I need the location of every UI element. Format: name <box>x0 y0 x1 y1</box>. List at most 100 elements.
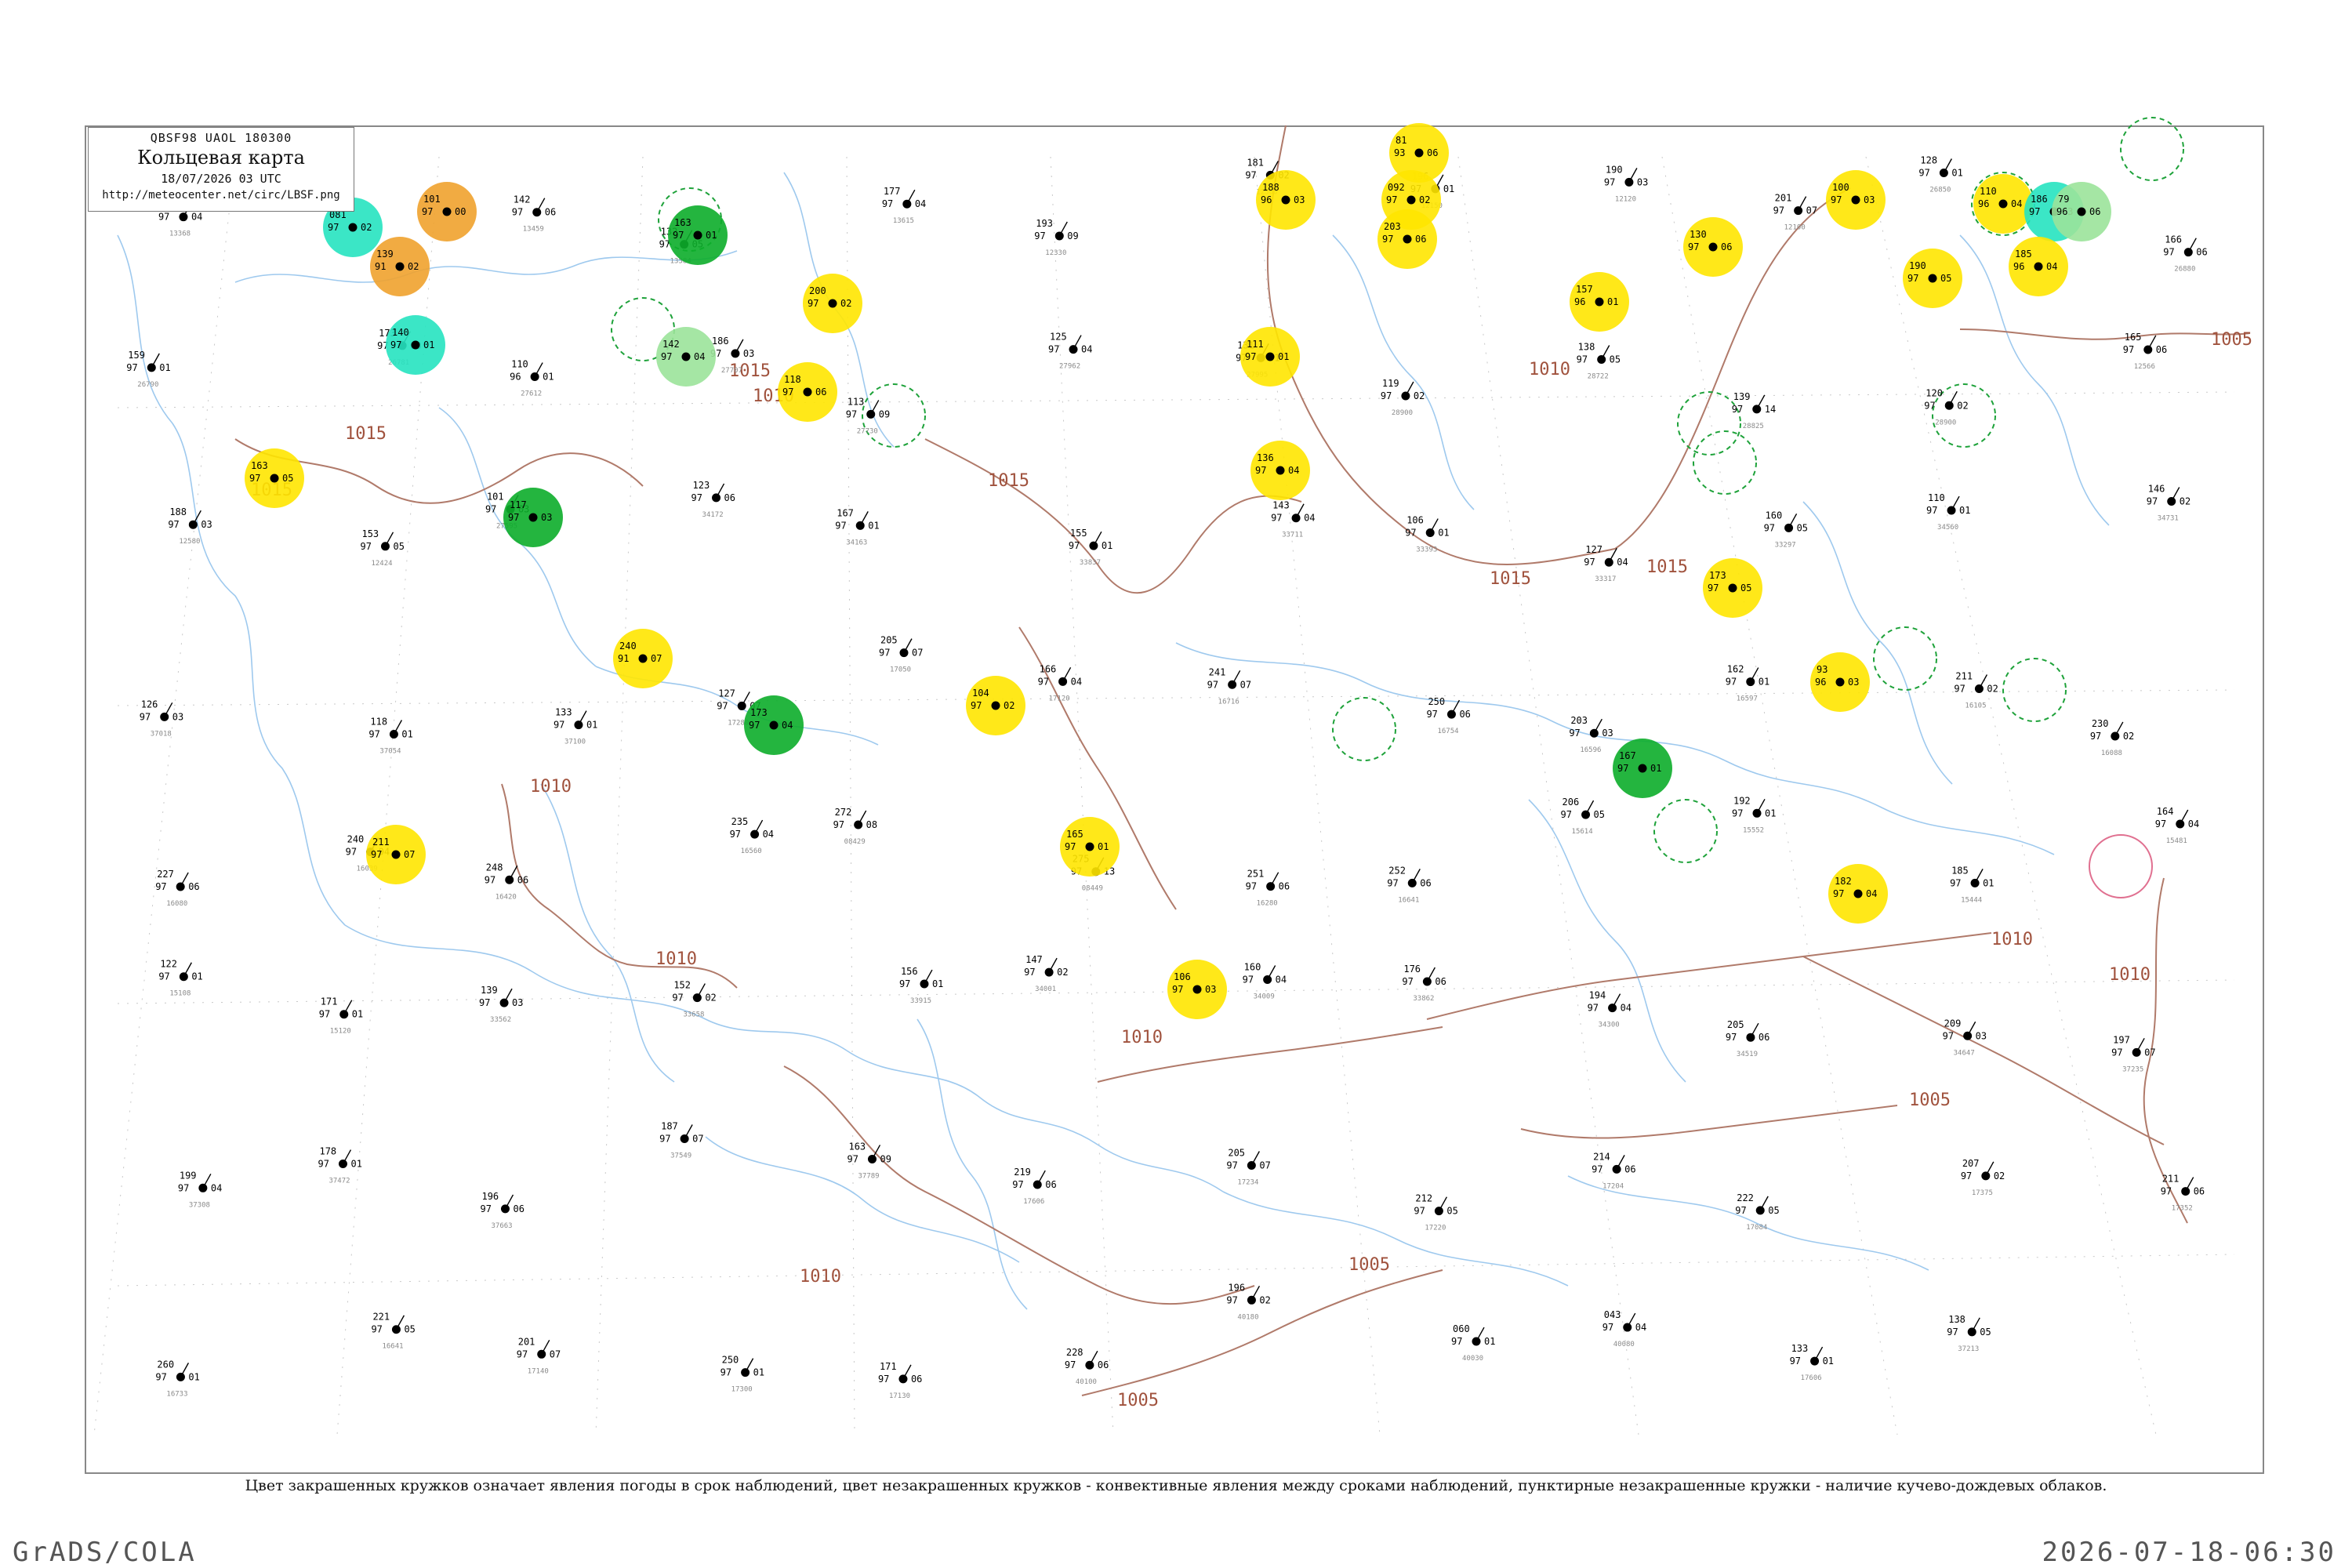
station-id: 40100 <box>1076 1378 1097 1386</box>
station-tendency: 02 <box>361 222 372 233</box>
station-pressure: 110 <box>511 359 528 370</box>
station-id: 33297 <box>1775 541 1796 549</box>
station-id: 16088 <box>2101 750 2122 757</box>
station-temp: 97 <box>717 700 728 711</box>
station-id: 17084 <box>1746 1224 1767 1232</box>
station-dot-icon <box>681 352 691 361</box>
station-dot-icon <box>1835 677 1845 687</box>
station-plot: 27297 0808429 <box>833 807 877 846</box>
station-tendency: 06 <box>2194 1186 2205 1197</box>
wind-barb-icon <box>578 710 587 725</box>
highlighted-station: 10497 02 <box>966 676 1025 735</box>
station-pressure: 209 <box>1944 1018 1962 1029</box>
highlighted-station: 163 97 01 <box>668 205 728 265</box>
station-id: 37308 <box>189 1201 210 1209</box>
station-tendency: 05 <box>1768 1205 1779 1216</box>
station-pressure: 222 <box>1737 1192 1754 1203</box>
station-plot: 20697 0515614 <box>1561 797 1605 836</box>
station-id: 34163 <box>846 539 867 546</box>
station-tendency: 03 <box>1205 984 1216 995</box>
station-pressure: 060 <box>1453 1323 1470 1334</box>
station-pressure: 160 <box>1244 961 1261 972</box>
station-id: 08429 <box>844 838 866 846</box>
station-tendency: 04 <box>1866 888 1877 899</box>
station-pressure: 130 <box>1690 229 1707 240</box>
station-tendency: 06 <box>1045 1179 1056 1190</box>
station-id: 27612 <box>521 390 542 398</box>
station-pressure: 240 <box>347 834 365 845</box>
station-pressure: 260 <box>157 1359 174 1370</box>
isobar-label: 1010 <box>1121 1028 1163 1047</box>
highlighted-station: 167 97 01 <box>1613 739 1672 798</box>
station-tendency: 02 <box>1987 684 1998 695</box>
station-temp: 97 <box>422 206 433 217</box>
isobar-label: 1005 <box>1117 1391 1159 1410</box>
highlighted-station: 14297 04 <box>656 327 716 387</box>
station-tendency: 03 <box>1848 677 1859 688</box>
station-plot: 13897 0528722 <box>1577 342 1621 381</box>
station-tendency: 06 <box>815 387 826 397</box>
station-temp: 97 <box>879 648 890 659</box>
station-pressure: 128 <box>1920 155 1937 166</box>
station-id: 12580 <box>179 538 200 546</box>
wind-barb-icon <box>1089 1350 1098 1366</box>
station-tendency: 03 <box>172 711 183 722</box>
highlighted-station: 10097 03 <box>1826 170 1886 230</box>
render-timestamp: 2026-07-18-06:30 <box>2042 1537 2336 1568</box>
station-dot-icon <box>528 513 538 522</box>
station-plot: 230 97 02 16088 <box>2090 718 2134 757</box>
station-tendency: 00 <box>455 206 466 217</box>
station-plot: 22797 0616080 <box>155 869 199 908</box>
station-temp: 97 <box>971 700 982 711</box>
meridian-line <box>595 156 644 1436</box>
station-temp: 97 <box>833 819 844 830</box>
station-temp: 97 <box>1451 1336 1462 1347</box>
station-tendency: 02 <box>840 298 851 309</box>
station-pressure: 228 <box>1066 1347 1083 1358</box>
station-dot-icon <box>803 387 812 397</box>
source-url[interactable]: http://meteocenter.net/circ/LBSF.png <box>89 189 354 201</box>
station-temp: 97 <box>1426 709 1437 720</box>
station-plot: 205 97 0717050 <box>879 635 923 674</box>
station-dot-icon <box>411 340 420 350</box>
isobar-line <box>1959 328 2251 340</box>
station-pressure: 167 <box>837 507 854 518</box>
station-dot-icon <box>638 654 648 663</box>
cb-cloud-circle <box>2002 658 2067 722</box>
highlighted-station: 106 97 03 <box>1167 960 1227 1019</box>
isobar-label: 1005 <box>1348 1255 1390 1275</box>
station-id: 17050 <box>890 666 911 674</box>
station-plot: 110 97 0134560 <box>1926 492 1970 532</box>
station-id: 16105 <box>1965 702 1986 710</box>
meridian-line <box>1661 156 1898 1436</box>
station-tendency: 04 <box>191 212 202 223</box>
station-pressure: 119 <box>1382 378 1399 389</box>
station-tendency: 06 <box>1459 709 1470 720</box>
station-id: 08449 <box>1082 885 1103 893</box>
station-id: 15444 <box>1961 896 1982 904</box>
highlighted-station: 163 97 05 <box>245 448 304 508</box>
station-pressure: 173 <box>1709 570 1726 581</box>
station-plot: 194 97 04 34300 <box>1588 990 1632 1029</box>
station-id: 12120 <box>1615 195 1636 203</box>
station-pressure: 142 <box>662 339 680 350</box>
station-pressure: 194 <box>1589 990 1606 1001</box>
station-plot: 19697 0637663 <box>480 1191 524 1230</box>
station-tendency: 02 <box>408 261 419 272</box>
station-dot-icon <box>1708 242 1718 252</box>
wind-barb-icon <box>1058 221 1068 237</box>
station-temp: 96 <box>2056 206 2067 217</box>
station-plot: 142 97 0613459 <box>512 194 556 234</box>
isobar-line <box>1081 1269 1443 1396</box>
highlighted-station: 18297 04 <box>1828 864 1888 924</box>
station-id: 34001 <box>1035 985 1056 993</box>
station-pressure: 178 <box>319 1146 336 1157</box>
highlighted-station: 11096 04 <box>1973 174 2033 234</box>
station-plot: 12697 0337018 <box>140 699 183 738</box>
station-pressure: 165 <box>1066 829 1083 840</box>
station-tendency: 02 <box>2180 496 2190 507</box>
station-temp: 97 <box>1735 1205 1746 1216</box>
station-pressure: 155 <box>1070 528 1087 539</box>
station-tendency: 01 <box>159 362 170 373</box>
station-pressure: 163 <box>848 1141 866 1152</box>
